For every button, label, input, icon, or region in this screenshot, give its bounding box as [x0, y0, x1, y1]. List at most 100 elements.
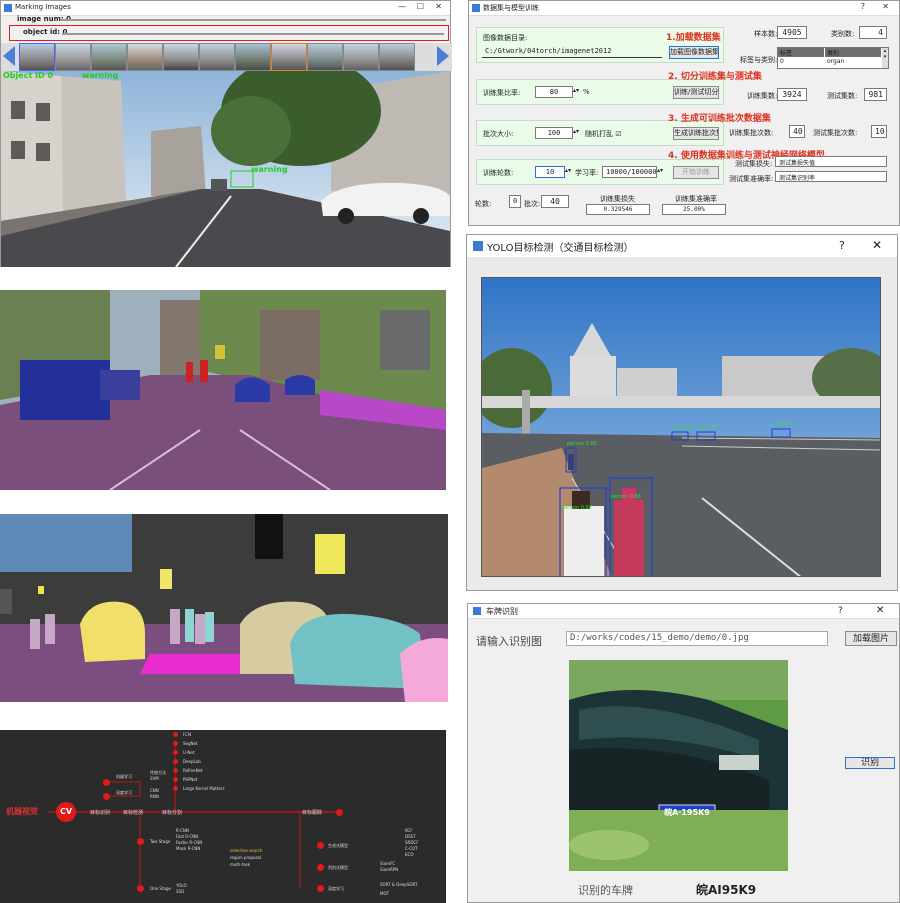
mindmap-end-dot: [336, 809, 343, 816]
thumbnail[interactable]: [55, 43, 91, 71]
thumbnail[interactable]: [127, 43, 163, 71]
train-count-label: 训练集数:: [747, 92, 778, 100]
mindmap-note: selective search: [230, 848, 263, 853]
mindmap-node: One Stage: [150, 886, 171, 891]
plate-window: 车牌识别 ? ✕ 请输入识别图 D:/works/codes/15_demo/d…: [467, 603, 900, 903]
minimize-icon[interactable]: —: [398, 2, 406, 11]
close-icon[interactable]: ✕: [435, 2, 442, 11]
epoch-label: 训练轮数:: [483, 169, 514, 177]
mindmap-dot: [173, 732, 178, 737]
next-arrow-icon[interactable]: [437, 46, 449, 66]
table-header-label: 标签: [778, 48, 824, 57]
prev-arrow-icon[interactable]: [3, 46, 15, 66]
detection-label: person 0.92: [562, 505, 592, 511]
epoch-input[interactable]: 10: [535, 166, 565, 178]
test-acc-value: 测试集识别率: [775, 171, 887, 182]
help-button[interactable]: ?: [861, 2, 865, 11]
thumbnail[interactable]: [271, 43, 307, 71]
thumbnail[interactable]: [343, 43, 379, 71]
result-value: 皖AI95K9: [696, 883, 757, 897]
thumbnail[interactable]: [19, 43, 55, 71]
mindmap-node: SegNet: [183, 741, 198, 746]
mindmap-dot: [317, 885, 324, 892]
test-acc-label: 测试集准确率:: [729, 175, 774, 183]
thumbnail[interactable]: [91, 43, 127, 71]
thumbnail[interactable]: [199, 43, 235, 71]
thumbnail[interactable]: [235, 43, 271, 71]
marking-window: Marking Images — ☐ ✕ image num: 0 object…: [0, 0, 452, 267]
classes-value: 4: [859, 26, 887, 39]
split-button[interactable]: 训练/测试切分: [673, 86, 719, 99]
help-button[interactable]: ?: [838, 606, 843, 616]
overlay-object-class: warning: [81, 71, 119, 80]
help-button[interactable]: ?: [839, 239, 845, 252]
mindmap-dot: [103, 793, 110, 800]
epoch-spinner-icon[interactable]: ▴▾: [565, 167, 571, 174]
test-count-value: 981: [864, 88, 887, 101]
shuffle-checkbox[interactable]: 随机打乱 ☑: [585, 129, 622, 139]
thumbnail[interactable]: [307, 43, 343, 71]
object-id-box: object id: 0: [9, 25, 449, 41]
lr-input[interactable]: 10000/1000000: [602, 166, 657, 178]
close-button[interactable]: ✕: [876, 605, 884, 616]
lr-label: 学习率:: [575, 169, 599, 177]
train-acc-value: 25.00%: [662, 204, 726, 215]
close-button[interactable]: ✕: [882, 2, 889, 11]
mindmap-dot: [173, 786, 178, 791]
window-title: 数据集与模型训练: [483, 4, 539, 12]
mindmap-dot: [173, 741, 178, 746]
object-id-slider[interactable]: [62, 33, 444, 35]
train-acc-label: 训练集准确率: [675, 195, 717, 203]
mindmap-node: DSST: [405, 834, 416, 839]
mindmap-branch: 目标跟踪: [302, 810, 323, 816]
test-batches-value: 10: [871, 125, 887, 138]
load-image-button[interactable]: 加载图片: [845, 631, 897, 646]
segmentation-mask-image: [0, 514, 448, 702]
plate-number-text: 皖A·195K9: [664, 808, 710, 817]
mindmap-node: SRDCF: [405, 840, 419, 845]
mindmap-note: multi-task: [230, 862, 251, 867]
path-input[interactable]: D:/works/codes/15_demo/demo/0.jpg: [566, 631, 828, 646]
thumbnail[interactable]: [379, 43, 415, 71]
app-icon: [473, 607, 481, 615]
table-scrollbar[interactable]: ▴ ▾: [882, 48, 888, 68]
mindmap-node: SiamFC: [380, 861, 396, 866]
step3-annotation: 3. 生成可训练批次数据集: [668, 114, 771, 124]
batch-input[interactable]: 100: [535, 127, 573, 139]
batch-spinner-icon[interactable]: ▴▾: [573, 128, 579, 135]
app-icon: [472, 4, 480, 12]
maximize-icon[interactable]: ☐: [417, 2, 424, 11]
mindmap-dot: [317, 864, 324, 871]
start-training-button[interactable]: 开始训练: [673, 166, 719, 179]
marking-titlebar: Marking Images — ☐ ✕: [1, 1, 450, 16]
mindmap-node: 深度学习: [328, 886, 344, 891]
label-map-label: 标签与类别:: [740, 56, 778, 64]
generate-batches-button[interactable]: 生成训练批次集: [673, 127, 719, 140]
image-num-slider[interactable]: [61, 19, 446, 21]
mindmap-node: Mask R-CNN: [176, 846, 201, 851]
train-pane: 训练轮数: 10 ▴▾ 学习率: 10000/1000000 ▴▾ 开始训练: [476, 159, 724, 185]
ratio-input[interactable]: 80: [535, 86, 573, 98]
close-button[interactable]: ✕: [872, 238, 882, 252]
detection-label: car 0.77: [697, 425, 718, 431]
batch-label: 批次大小:: [483, 130, 514, 138]
mindmap-dot: [137, 885, 144, 892]
label-table[interactable]: 标签 类别 0 organ ▴ ▾: [777, 47, 889, 69]
thumbnail[interactable]: [163, 43, 199, 71]
mindmap-node: ECO: [405, 852, 414, 857]
mindmap-node: 深度学习: [116, 790, 132, 795]
mindmap-root: 机器视觉: [6, 807, 38, 816]
samples-label: 样本数:: [754, 30, 778, 38]
recognize-button[interactable]: 识别: [845, 757, 895, 769]
plate-photo: [569, 660, 788, 871]
mindmap-node: 生成式模型: [328, 843, 348, 848]
mindmap-node: RefineNet: [183, 768, 203, 773]
mindmap-node: SVM: [150, 776, 159, 781]
lr-spinner-icon[interactable]: ▴▾: [657, 167, 663, 174]
ratio-spinner-icon[interactable]: ▴▾: [573, 87, 579, 94]
dir-input[interactable]: C:/Gtwork/04torch/imagenet2012: [482, 46, 662, 58]
detection-label: person 0.65: [567, 441, 597, 447]
mindmap-dot: [173, 750, 178, 755]
load-dataset-button[interactable]: 加载图像数据集: [669, 46, 719, 59]
result-label: 识别的车牌: [578, 884, 633, 897]
